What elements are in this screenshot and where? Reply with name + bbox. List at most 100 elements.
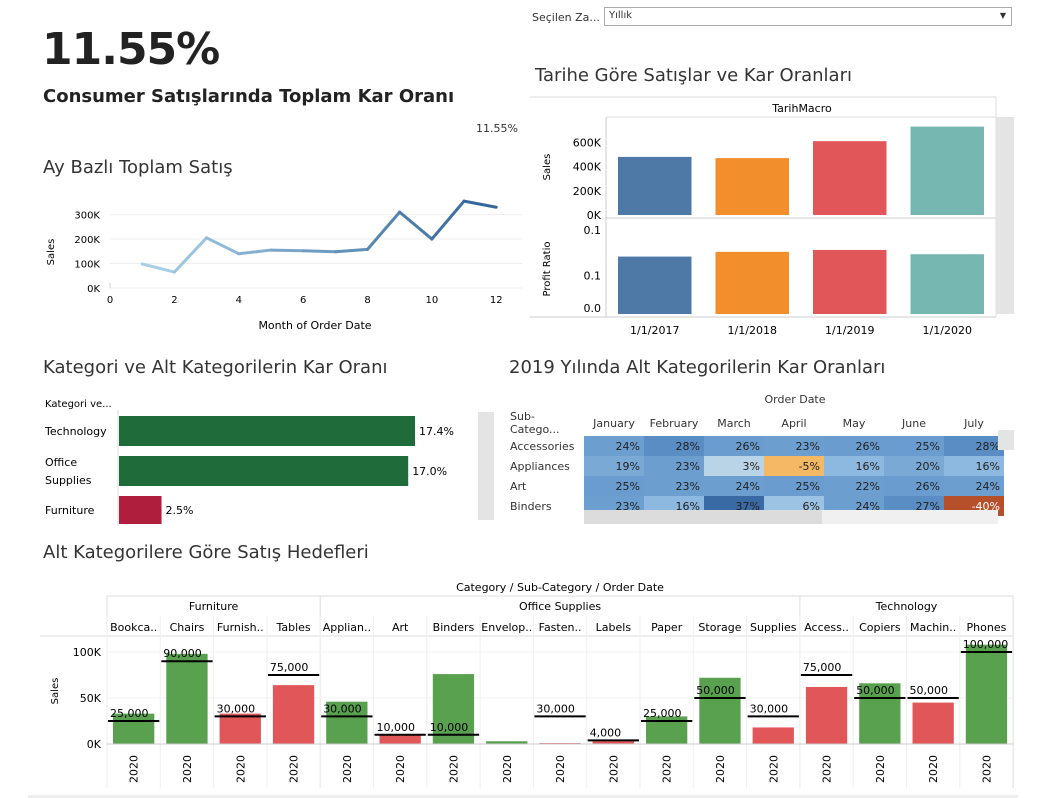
monthly-sales-line-chart: Sales Month of Order Date 300K 200K 100K 0K… (46, 199, 522, 332)
category-label: Technology (44, 425, 107, 438)
year-top-y-tick: 400K (573, 161, 602, 174)
targets-target-label: 50,000 (856, 684, 895, 697)
line-x-tick: 4 (236, 295, 242, 306)
targets-target-label: 10,000 (430, 721, 469, 734)
targets-header: Category / Sub-Category / Order Date (456, 581, 664, 594)
heatmap-month-header: May (842, 416, 866, 430)
year-bottom-y-label: Profit Ratio (542, 242, 553, 297)
year-sales-bar (618, 156, 692, 215)
targets-year-label: 2020 (341, 755, 354, 783)
heatmap-row: Appliances 19% 23% 3% -5% 16% 20% 16% (506, 456, 1004, 476)
line-segment (140, 262, 176, 274)
targets-year-label: 2020 (821, 755, 834, 783)
heatmap-cell: 24% (944, 476, 1004, 496)
targets-target-label: 100,000 (963, 638, 1009, 651)
heatmap-row-label: Accessories (510, 439, 575, 453)
year-profit-bar (618, 256, 692, 314)
line-segment (366, 210, 402, 251)
year-sales-bar (910, 126, 984, 215)
targets-y-tick: 50K (80, 692, 102, 705)
year-chart-header: TarihMacro (771, 102, 832, 115)
targets-y-tick: 0K (87, 738, 102, 751)
targets-year-label: 2020 (927, 755, 940, 783)
line-chart-title: Ay Bazlı Toplam Satış (43, 157, 233, 178)
period-select-value: Yıllık (609, 10, 633, 21)
targets-sales-bar (272, 685, 315, 744)
category-bar (119, 496, 162, 524)
heatmap-cell: 24% (584, 436, 644, 456)
heatmap-cell: 23% (644, 476, 704, 496)
line-x-tick: 8 (364, 295, 370, 306)
line-segment (462, 199, 498, 209)
targets-subcategory-label: Furnish.. (217, 621, 264, 634)
heatmap-row: Art 25% 23% 24% 25% 22% 26% 24% (506, 476, 1004, 496)
filter-label: Seçilen Za... (532, 11, 600, 24)
heatmap-scrollbar[interactable] (584, 510, 998, 524)
targets-y-tick: 100K (73, 646, 102, 659)
heatmap-cell: 25% (584, 476, 644, 496)
line-x-tick: 2 (171, 295, 177, 306)
line-segment (205, 236, 241, 256)
year-profit-bar (813, 249, 887, 314)
heatmap-row-label: Appliances (510, 459, 570, 473)
heatmap-cell: 16% (824, 456, 884, 476)
heatmap-table: Sub-Catego... January February March April Ma… (506, 410, 1004, 516)
line-segment (398, 210, 434, 241)
year-profit-bar (910, 254, 984, 314)
targets-subcategory-label: Applian.. (323, 621, 371, 634)
category-bar (119, 456, 409, 486)
heatmap-cell: 26% (704, 436, 764, 456)
year-x-tick: 1/1/2020 (923, 324, 972, 337)
year-top-y-tick: 0K (587, 209, 602, 222)
targets-target-label: 25,000 (643, 707, 682, 720)
heatmap-month-header: January (593, 416, 635, 430)
kpi-small-value: 11.55% (476, 122, 518, 135)
heatmap-title: 2019 Yılında Alt Kategorilerin Kar Oranl… (509, 357, 886, 378)
category-label: Office (45, 456, 77, 469)
subcategory-sales-target-chart: Category / Sub-Category / Order Date Sal… (40, 581, 1014, 788)
category-header: Kategori ve... (45, 399, 112, 410)
year-sales-bar (813, 141, 887, 215)
kpi-subtitle: Consumer Satışlarında Toplam Kar Oranı (43, 86, 455, 107)
targets-y-label: Sales (50, 678, 61, 705)
period-select[interactable]: Yıllık ▼ (604, 7, 1012, 26)
heatmap-cell: 3% (704, 456, 764, 476)
heatmap-cell: 23% (644, 456, 704, 476)
targets-year-label: 2020 (767, 755, 780, 783)
category-scrollbar[interactable] (478, 412, 494, 520)
category-bar-label: 17.4% (419, 425, 454, 438)
year-x-tick: 1/1/2019 (825, 324, 874, 337)
targets-sales-bar (219, 713, 261, 744)
targets-subcategory-label: Art (392, 621, 409, 634)
line-y-axis-label: Sales (46, 239, 57, 266)
targets-target-label: 75,000 (803, 661, 842, 674)
heatmap-cell: 28% (944, 436, 1004, 456)
heatmap-header: Order Date (764, 393, 826, 406)
targets-year-label: 2020 (394, 755, 407, 783)
targets-year-label: 2020 (447, 755, 460, 783)
targets-sales-bar (166, 653, 208, 744)
targets-sales-bar (965, 644, 1008, 744)
heatmap-month-header: June (902, 416, 926, 430)
year-chart-scrollbar[interactable] (996, 117, 1014, 314)
line-segment (301, 249, 337, 254)
category-bar (119, 416, 415, 446)
targets-year-label: 2020 (607, 755, 620, 783)
heatmap-vscroll[interactable] (998, 430, 1014, 450)
heatmap-cell: 26% (824, 436, 884, 456)
year-x-tick: 1/1/2018 (728, 324, 777, 337)
heatmap-cell: 23% (764, 436, 824, 456)
heatmap-row: Accessories 24% 28% 26% 23% 26% 25% 28% (506, 436, 1004, 456)
category-profit-bar-chart: Kategori ve... 17.4% Technology 17.0% Offic… (44, 399, 494, 526)
targets-year-label: 2020 (288, 755, 301, 783)
year-bottom-y-tick: 0.0 (584, 302, 602, 315)
year-top-y-tick: 200K (573, 185, 602, 198)
line-x-tick: 12 (490, 295, 503, 306)
targets-chart-title: Alt Kategorilere Göre Satış Hedefleri (43, 542, 369, 563)
line-x-tick: 6 (300, 295, 306, 306)
targets-year-label: 2020 (980, 755, 993, 783)
heatmap-cell: 26% (884, 476, 944, 496)
targets-subcategory-label: Supplies (750, 621, 797, 634)
heatmap-scrollbar-thumb[interactable] (584, 510, 822, 524)
heatmap-month-header: February (649, 416, 699, 430)
